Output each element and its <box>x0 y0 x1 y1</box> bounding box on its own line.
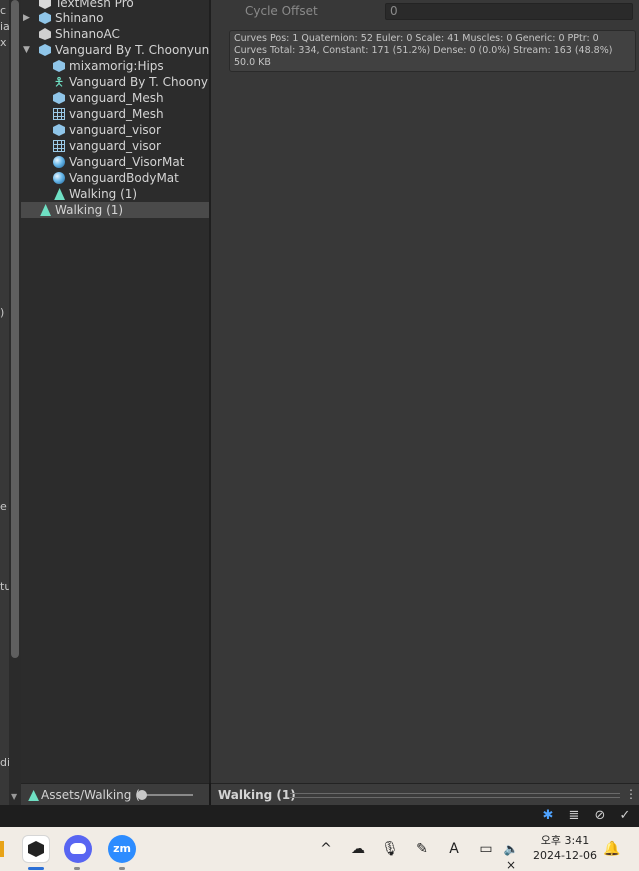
tree-item-body-material[interactable]: VanguardBodyMat <box>21 170 209 186</box>
active-app-indicator <box>28 867 44 870</box>
material-sphere-icon <box>53 156 65 168</box>
prefab-cube-icon <box>53 92 65 104</box>
discord-icon[interactable] <box>64 835 92 863</box>
tree-item-label: vanguard_Mesh <box>69 107 164 121</box>
inspector-panel: Cycle Offset 0 Curves Pos: 1 Quaternion:… <box>211 0 639 783</box>
display-icon[interactable]: ▭ <box>477 841 495 857</box>
running-app-indicator <box>74 867 80 870</box>
asset-path-label[interactable]: Assets/Walking ( <box>41 788 140 802</box>
mesh-grid-icon <box>53 140 65 152</box>
taskbar-clock[interactable]: 오후 3:41 2024-12-06 <box>530 833 600 863</box>
tree-item-label: Vanguard_VisorMat <box>69 155 185 169</box>
animation-clip-icon <box>28 790 39 801</box>
mute-mark: × <box>505 858 517 871</box>
tree-item-label: vanguard_visor <box>69 139 161 153</box>
prefab-cube-icon <box>53 124 65 136</box>
scrollbar-thumb[interactable] <box>11 0 19 658</box>
curves-info-line: Curves Total: 334, Constant: 171 (51.2%)… <box>234 45 613 56</box>
notification-bell-icon[interactable]: 🔔 <box>603 841 620 857</box>
cloud-off-icon[interactable]: ☁ <box>349 841 367 857</box>
animator-controller-icon <box>39 28 51 40</box>
avatar-icon: 🯅 <box>53 75 65 89</box>
ime-indicator[interactable]: A <box>445 841 463 857</box>
mesh-grid-icon <box>53 108 65 120</box>
editor-status-bar: ✱ ≣ ⊘ ✓ <box>0 805 639 827</box>
tree-item-vanguard-visor-mesh[interactable]: vanguard_visor <box>21 138 209 154</box>
cache-server-icon[interactable]: ≣ <box>566 808 582 824</box>
tree-item-label: mixamorig:Hips <box>69 59 164 73</box>
tree-item-label: VanguardBodyMat <box>69 171 179 185</box>
tree-item-walking-subclip[interactable]: Walking (1) <box>21 186 209 202</box>
windows-taskbar: zm ^ ☁ 🎙 ✎ A ▭ 🔈× 오후 3:41 2024-12-06 🔔 <box>0 827 639 871</box>
tree-item-label: Walking (1) <box>55 203 124 217</box>
check-circle-icon[interactable]: ✓ <box>617 808 633 824</box>
project-asset-tree: TextMesh Pro ▶ Shinano ShinanoAC ▼ Vangu… <box>21 0 209 783</box>
foldout-arrow-icon[interactable]: ▼ <box>23 42 30 58</box>
unity-editor-window: c ia x ) e tu di ▼ TextMesh Pro ▶ Shinan… <box>0 0 639 871</box>
tree-item-label: Vanguard By T. Choonyung <box>55 43 209 57</box>
tree-item-label: Vanguard By T. Choonyung <box>69 75 209 89</box>
clipped-text: tu <box>0 580 9 593</box>
clipped-text: x <box>0 36 7 49</box>
scroll-down-arrow-icon[interactable]: ▼ <box>11 792 17 801</box>
curves-info-line: Curves Pos: 1 Quaternion: 52 Euler: 0 Sc… <box>234 33 599 44</box>
tree-item-vanguard-mesh-object[interactable]: vanguard_Mesh <box>21 90 209 106</box>
clipped-text: di <box>0 756 9 769</box>
clipped-left-panel: c ia x ) e tu di <box>0 0 9 805</box>
tree-item-walking-selected[interactable]: Walking (1) <box>21 202 209 218</box>
discord-logo-shape <box>70 843 86 854</box>
microphone-icon[interactable]: 🎙 <box>381 841 399 857</box>
clipped-text: e <box>0 500 7 513</box>
tree-item-vanguard-mesh[interactable]: vanguard_Mesh <box>21 106 209 122</box>
clip-size-text: 50.0 KB <box>234 57 271 68</box>
network-off-icon[interactable]: ⊘ <box>592 808 608 824</box>
preview-title: Walking (1) <box>218 788 296 802</box>
material-sphere-icon <box>53 172 65 184</box>
asset-path-bar: Assets/Walking ( <box>21 783 209 805</box>
tree-item-mixamorig-hips[interactable]: mixamorig:Hips <box>21 58 209 74</box>
clipped-text: ia <box>0 20 9 33</box>
clock-time: 오후 3:41 <box>540 834 590 847</box>
pen-icon[interactable]: ✎ <box>413 841 431 857</box>
curves-info-box: Curves Pos: 1 Quaternion: 52 Euler: 0 Sc… <box>229 30 636 72</box>
unity-icon[interactable] <box>22 835 50 863</box>
zoom-icon[interactable]: zm <box>108 835 136 863</box>
preview-header-bar[interactable]: Walking (1) ⋮ <box>211 783 639 805</box>
animation-clip-icon <box>54 188 65 200</box>
cycle-offset-field[interactable]: 0 <box>385 3 633 20</box>
tree-item-shinanoac[interactable]: ShinanoAC <box>21 26 209 42</box>
icon-size-slider-knob[interactable] <box>136 790 147 800</box>
prefab-cube-icon <box>53 60 65 72</box>
preview-drag-handle[interactable] <box>290 793 620 798</box>
animation-clip-icon <box>40 204 51 216</box>
left-panel-scrollbar[interactable]: ▼ <box>9 0 21 805</box>
clock-date: 2024-12-06 <box>533 849 597 862</box>
tree-item-shinano[interactable]: ▶ Shinano <box>21 10 209 26</box>
tree-item-visor-material[interactable]: Vanguard_VisorMat <box>21 154 209 170</box>
icon-size-slider[interactable] <box>139 794 193 796</box>
debug-bug-icon[interactable]: ✱ <box>540 808 556 824</box>
cycle-offset-label: Cycle Offset <box>245 4 318 18</box>
chevron-up-icon[interactable]: ^ <box>317 841 335 857</box>
tree-item-label: vanguard_Mesh <box>69 91 164 105</box>
prefab-cube-icon <box>39 12 51 24</box>
cube-white-icon <box>39 0 51 9</box>
taskbar-edge-app-icon[interactable] <box>0 841 4 857</box>
model-prefab-icon <box>39 44 51 56</box>
tree-item-label: Shinano <box>55 11 104 25</box>
tree-item-vanguard-model[interactable]: ▼ Vanguard By T. Choonyung <box>21 42 209 58</box>
foldout-arrow-icon[interactable]: ▶ <box>23 10 30 26</box>
tree-item-label: ShinanoAC <box>55 27 120 41</box>
tree-item-label: vanguard_visor <box>69 123 161 137</box>
tree-item-label: Walking (1) <box>69 187 138 201</box>
clipped-text: c <box>0 4 7 17</box>
tree-item-vanguard-avatar[interactable]: 🯅 Vanguard By T. Choonyung <box>21 74 209 90</box>
unity-logo-shape <box>28 841 44 857</box>
speaker-muted-icon[interactable]: 🔈× <box>500 841 522 871</box>
clipped-text: ) <box>0 306 5 319</box>
running-app-indicator <box>119 867 125 870</box>
more-options-icon[interactable]: ⋮ <box>625 787 637 801</box>
tree-item-vanguard-visor-object[interactable]: vanguard_visor <box>21 122 209 138</box>
